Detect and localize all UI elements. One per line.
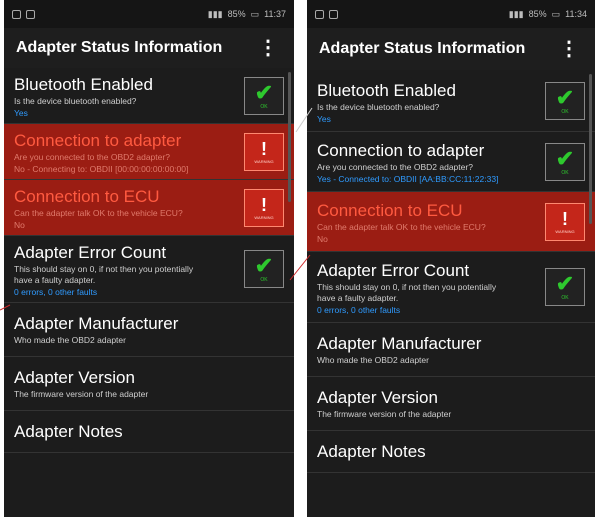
item-value: No - Connecting to: OBDII [00:00:00:00:0… [14,164,189,174]
status-list: Bluetooth Enabled Is the device bluetoot… [4,68,294,453]
list-item-connection-ecu[interactable]: Connection to ECU Can the adapter talk O… [307,192,595,252]
status-list: Bluetooth Enabled Is the device bluetoot… [307,70,595,473]
notification-icon [12,9,21,19]
battery-level: 85% [227,9,246,19]
signal-icon: ▮▮▮ [508,8,524,19]
list-item-connection-adapter[interactable]: Connection to adapter Are you connected … [4,124,294,180]
item-title: Connection to ECU [14,187,160,206]
item-desc: Who made the OBD2 adapter [14,335,126,345]
item-desc: Is the device bluetooth enabled? [317,102,440,112]
item-title: Adapter Notes [14,422,123,441]
item-title: Bluetooth Enabled [317,81,456,100]
status-time: 11:37 [264,9,286,19]
item-title: Adapter Manufacturer [317,334,482,353]
item-title: Connection to adapter [14,131,182,150]
status-bar: ▮▮▮ 85% ▭ 11:34 [307,0,595,28]
app-bar: Adapter Status Information ⋮ [307,28,595,70]
list-item-notes[interactable]: Adapter Notes [307,431,595,473]
item-value: No [14,220,25,230]
battery-icon: ▭ [250,8,260,19]
notification-icon [315,9,324,19]
warning-icon: ! WARNING [244,132,284,171]
check-icon: ✔ OK [545,142,585,181]
menu-overflow-icon[interactable]: ⋮ [555,39,583,59]
right-phone-screen: ▮▮▮ 85% ▭ 11:34 Adapter Status Informati… [307,0,595,517]
battery-level: 85% [528,9,547,19]
item-title: Connection to adapter [317,141,485,160]
item-title: Bluetooth Enabled [14,75,153,94]
list-item-manufacturer[interactable]: Adapter Manufacturer Who made the OBD2 a… [307,323,595,377]
item-desc: This should stay on 0, if not then you p… [317,282,497,303]
list-item-error-count[interactable]: Adapter Error Count This should stay on … [307,252,595,323]
item-value: 0 errors, 0 other faults [14,287,98,297]
item-desc: The firmware version of the adapter [14,389,149,399]
item-desc: Are you connected to the OBD2 adapter? [317,162,473,172]
check-icon: ✔ OK [244,76,284,115]
scrollbar[interactable] [589,74,592,224]
list-item-version[interactable]: Adapter Version The firmware version of … [4,357,294,411]
item-desc: Can the adapter talk OK to the vehicle E… [14,208,183,218]
status-time: 11:34 [565,9,587,19]
item-title: Adapter Error Count [14,243,167,262]
menu-overflow-icon[interactable]: ⋮ [254,38,282,58]
item-value: No [317,234,328,244]
item-value: 0 errors, 0 other faults [317,305,401,315]
app-bar: Adapter Status Information ⋮ [4,28,294,68]
item-desc: Are you connected to the OBD2 adapter? [14,152,170,162]
notification-icon [26,9,35,19]
list-item-bluetooth[interactable]: Bluetooth Enabled Is the device bluetoot… [307,70,595,132]
scrollbar[interactable] [288,72,291,202]
item-title: Adapter Version [14,368,135,387]
item-value: Yes - Connected to: OBDII [AA:BB:CC:11:2… [317,174,499,184]
check-icon: ✔ OK [244,250,284,288]
warning-icon: ! WARNING [545,202,585,241]
list-item-connection-adapter[interactable]: Connection to adapter Are you connected … [307,132,595,192]
battery-icon: ▭ [551,8,561,19]
signal-icon: ▮▮▮ [207,8,223,19]
status-bar: ▮▮▮ 85% ▭ 11:37 [4,0,294,28]
item-value: Yes [317,114,331,124]
check-icon: ✔ OK [545,81,585,120]
item-title: Connection to ECU [317,201,463,220]
item-desc: This should stay on 0, if not then you p… [14,264,194,285]
item-title: Adapter Error Count [317,261,470,280]
item-desc: Can the adapter talk OK to the vehicle E… [317,222,486,232]
item-title: Adapter Notes [317,442,426,461]
list-item-version[interactable]: Adapter Version The firmware version of … [307,377,595,431]
list-item-manufacturer[interactable]: Adapter Manufacturer Who made the OBD2 a… [4,303,294,357]
item-desc: Is the device bluetooth enabled? [14,96,137,106]
check-icon: ✔ OK [545,268,585,306]
warning-icon: ! WARNING [244,188,284,227]
list-item-notes[interactable]: Adapter Notes [4,411,294,453]
item-value: Yes [14,108,28,118]
left-phone-screen: ▮▮▮ 85% ▭ 11:37 Adapter Status Informati… [4,0,294,517]
list-item-bluetooth[interactable]: Bluetooth Enabled Is the device bluetoot… [4,68,294,124]
app-title: Adapter Status Information [16,39,223,56]
item-title: Adapter Version [317,388,438,407]
list-item-connection-ecu[interactable]: Connection to ECU Can the adapter talk O… [4,180,294,236]
item-desc: Who made the OBD2 adapter [317,355,429,365]
list-item-error-count[interactable]: Adapter Error Count This should stay on … [4,236,294,303]
notification-icon [329,9,338,19]
item-title: Adapter Manufacturer [14,314,179,333]
item-desc: The firmware version of the adapter [317,409,452,419]
app-title: Adapter Status Information [319,40,526,57]
